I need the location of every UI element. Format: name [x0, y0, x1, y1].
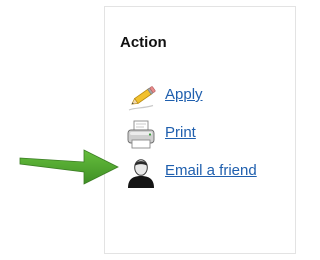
- action-panel: Action Apply Print Email a friend: [104, 6, 296, 254]
- apply-link[interactable]: Apply: [165, 86, 203, 103]
- page: Action Apply Print Email a friend: [0, 0, 302, 260]
- person-icon: [125, 157, 159, 189]
- green-arrow-icon: [18, 145, 120, 187]
- email-a-friend-link[interactable]: Email a friend: [165, 162, 257, 179]
- list-item-email: Email a friend: [125, 157, 293, 189]
- list-item-apply: Apply: [125, 81, 293, 113]
- pencil-icon: [125, 81, 159, 113]
- printer-icon: [125, 119, 159, 151]
- print-link[interactable]: Print: [165, 124, 196, 141]
- panel-heading: Action: [120, 34, 167, 51]
- list-item-print: Print: [125, 119, 293, 151]
